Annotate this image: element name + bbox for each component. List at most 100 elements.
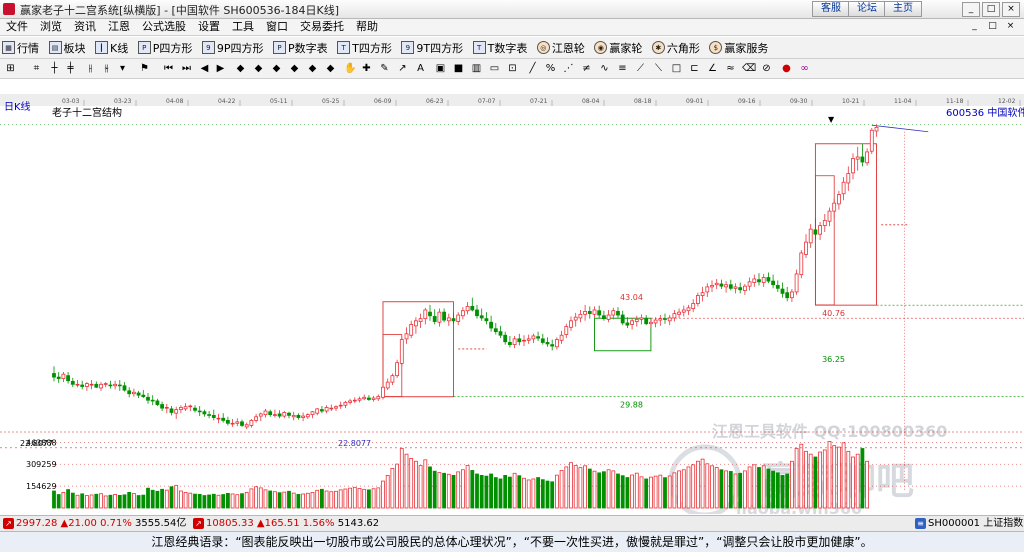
p-table-button[interactable]: P P数字表 (271, 38, 332, 57)
menu-file[interactable]: 文件 (0, 19, 34, 35)
9t-square-button[interactable]: 9 9T四方形 (399, 38, 467, 57)
menu-browse[interactable]: 浏览 (34, 19, 68, 35)
sz-index-segment[interactable]: ↗ 10805.33 ▲165.51 1.56% 5143.62 (190, 516, 379, 531)
dropdown-icon[interactable]: ▾ (116, 62, 129, 75)
menu-trade[interactable]: 交易委托 (294, 19, 350, 35)
diamond5-icon[interactable]: ◆ (306, 62, 319, 75)
record-icon[interactable]: ● (780, 62, 793, 75)
monitor-icon[interactable]: ▭ (488, 62, 501, 75)
9p-square-button[interactable]: 9 9P四方形 (200, 38, 268, 57)
mdi-restore-button[interactable]: □ (986, 21, 999, 32)
kline-button[interactable]: ┃ K线 (93, 38, 132, 57)
diamond4-icon[interactable]: ◆ (288, 62, 301, 75)
menu-settings[interactable]: 设置 (192, 19, 226, 35)
pen-icon[interactable]: ✎ (378, 62, 391, 75)
candle-body (625, 322, 630, 326)
channel-icon[interactable]: ≠ (580, 62, 593, 75)
candle-body (310, 411, 315, 416)
diamond3-icon[interactable]: ◆ (270, 62, 283, 75)
winner-service-button[interactable]: $ 赢家服务 (707, 38, 772, 57)
home-button[interactable]: 主页 (884, 1, 922, 17)
volume-bar (263, 489, 268, 509)
p-table-label: P数字表 (288, 41, 328, 55)
next-icon[interactable]: ▶ (214, 62, 227, 75)
volume-bar (329, 491, 334, 509)
diamond6-icon[interactable]: ◆ (324, 62, 337, 75)
percent-icon[interactable]: % (544, 62, 557, 75)
wave-icon[interactable]: ≈ (724, 62, 737, 75)
sector-button[interactable]: ▤ 板块 (47, 38, 90, 57)
fan-icon[interactable]: ⋰ (562, 62, 575, 75)
trend-icon[interactable]: ╱ (526, 62, 539, 75)
bar-tool-icon[interactable]: ┼ (48, 62, 61, 75)
ruler-icon[interactable]: ⊏ (688, 62, 701, 75)
diamond-icon[interactable]: ◆ (234, 62, 247, 75)
bar-tool4-icon[interactable]: ⫳ (100, 62, 113, 75)
sh-index-segment[interactable]: ↗ 2997.28 ▲21.00 0.71% 3555.54亿 (0, 516, 186, 531)
quotes-button[interactable]: ▦ 行情 (0, 38, 43, 57)
t-square-button[interactable]: T T四方形 (335, 38, 396, 57)
box-icon[interactable]: □ (670, 62, 683, 75)
infinity-icon[interactable]: ∞ (798, 62, 811, 75)
gann-wheel-button[interactable]: ◎ 江恩轮 (535, 38, 589, 57)
save-icon[interactable]: ■ (452, 62, 465, 75)
arrow-icon[interactable]: ↗ (396, 62, 409, 75)
volume-bar (517, 475, 522, 509)
index-selector[interactable]: ≡ SH000001 上证指数 (912, 516, 1023, 531)
bar-tool2-icon[interactable]: ╪ (64, 62, 77, 75)
lock-icon[interactable]: ⊘ (760, 62, 773, 75)
bar-tool3-icon[interactable]: ⫲ (84, 62, 97, 75)
diamond2-icon[interactable]: ◆ (252, 62, 265, 75)
candle-body (113, 383, 117, 387)
hand-icon[interactable]: ✋ (344, 62, 357, 75)
car-icon[interactable]: ⊡ (506, 62, 519, 75)
text-icon[interactable]: A (414, 62, 427, 75)
volume-bar (592, 470, 597, 509)
cross-icon[interactable]: ✚ (360, 62, 373, 75)
minimize-button[interactable]: _ (962, 2, 980, 17)
close-button[interactable]: × (1002, 2, 1020, 17)
menu-tools[interactable]: 工具 (226, 19, 260, 35)
volume-bar (155, 490, 160, 509)
p-square-button[interactable]: P P四方形 (136, 38, 197, 57)
candle-body (837, 194, 841, 205)
speed-icon[interactable]: ⟍ (652, 62, 665, 75)
table-icon[interactable]: ▥ (470, 62, 483, 75)
hexagon-button[interactable]: ✱ 六角形 (650, 38, 704, 57)
volume-bar (832, 445, 837, 509)
menu-window[interactable]: 窗口 (260, 19, 294, 35)
mdi-close-button[interactable]: × (1004, 21, 1017, 32)
candle-body (822, 220, 827, 226)
fib-icon[interactable]: ≡ (616, 62, 629, 75)
volume-bar (653, 475, 658, 509)
gann-fan-icon[interactable]: ⟋ (634, 62, 647, 75)
cycle-icon[interactable]: ∿ (598, 62, 611, 75)
first-icon[interactable]: ⏮ (162, 62, 175, 75)
volume-bar (790, 460, 794, 509)
menu-info[interactable]: 资讯 (68, 19, 102, 35)
mdi-minimize-button[interactable]: _ (968, 21, 981, 32)
winner-wheel-button[interactable]: ◉ 赢家轮 (592, 38, 646, 57)
flag-icon[interactable]: ⚑ (138, 62, 151, 75)
candle-body (428, 311, 432, 317)
prev-icon[interactable]: ◀ (198, 62, 211, 75)
chart-area[interactable]: 03-03 03-23 04-08 04-22 05-11 05-25 06-09 06-23… (0, 94, 1024, 514)
maximize-button[interactable]: □ (982, 2, 1000, 17)
layout-icon[interactable]: ⊞ (4, 62, 17, 75)
forum-button[interactable]: 论坛 (848, 1, 886, 17)
last-icon[interactable]: ⏭ (180, 62, 193, 75)
t-table-button[interactable]: T T数字表 (471, 38, 532, 57)
image-icon[interactable]: ▣ (434, 62, 447, 75)
angle-icon[interactable]: ∠ (706, 62, 719, 75)
erase-icon[interactable]: ⌫ (742, 62, 756, 75)
draw-grid-icon[interactable]: ⌗ (30, 62, 43, 75)
candle-body (634, 318, 639, 322)
menu-gann[interactable]: 江恩 (102, 19, 136, 35)
volume-bar (287, 490, 291, 509)
service-button[interactable]: 客服 (812, 1, 850, 17)
menu-formula[interactable]: 公式选股 (136, 19, 192, 35)
volume-bar (691, 464, 696, 509)
candle-body (146, 396, 150, 401)
menu-help[interactable]: 帮助 (350, 19, 384, 35)
watermark-line1: 江恩工具软件 QQ:100800360 (712, 422, 947, 441)
